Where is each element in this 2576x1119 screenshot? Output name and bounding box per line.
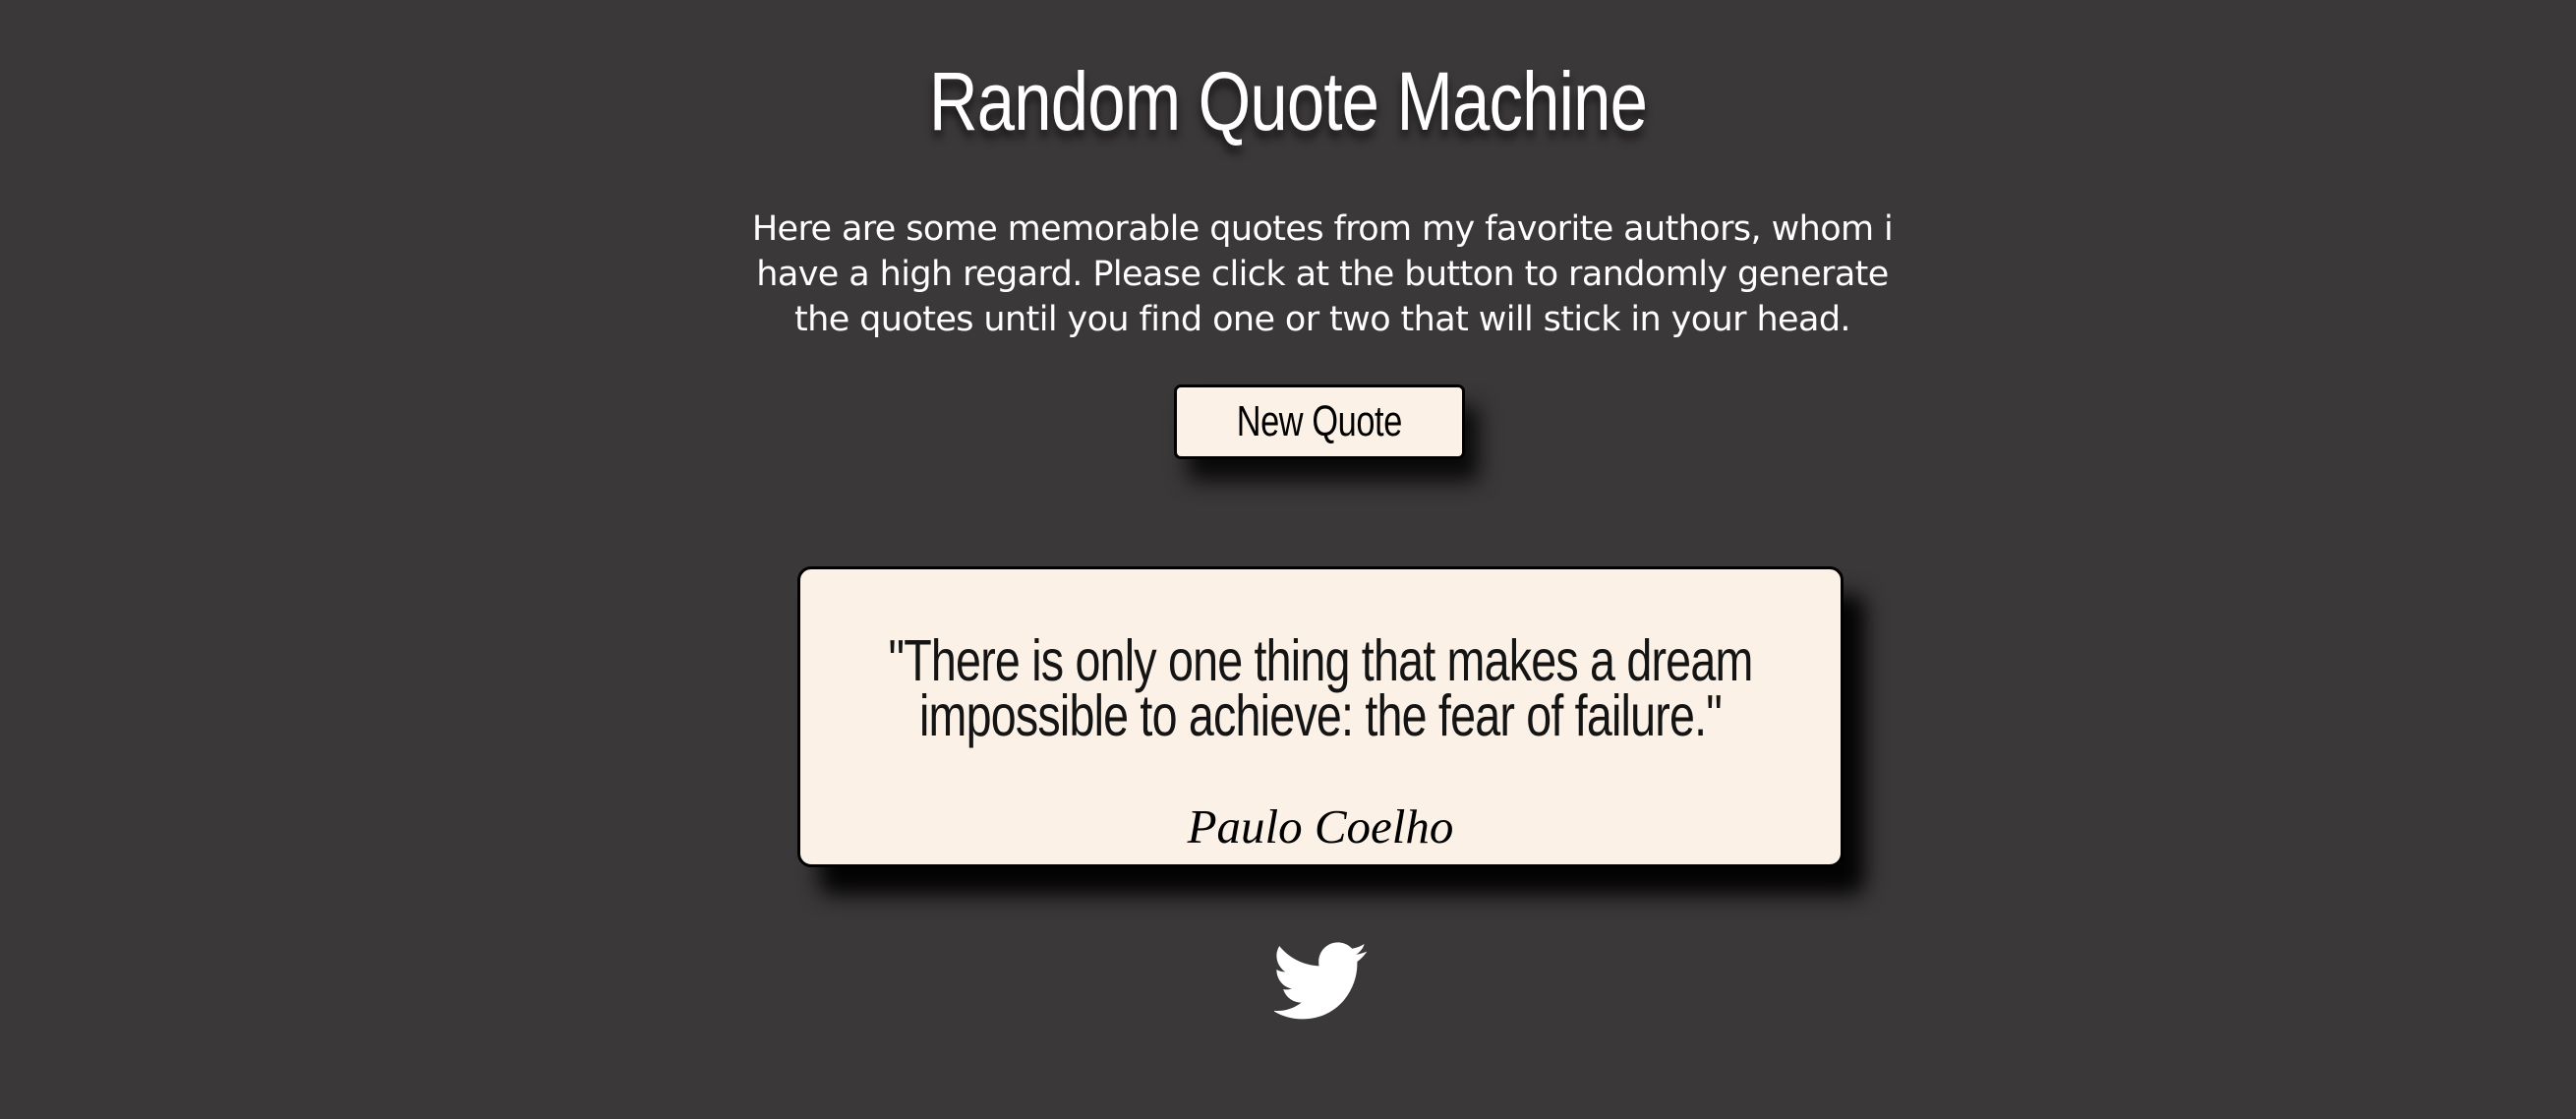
intro-text: Here are some memorable quotes from my f… (751, 209, 1894, 339)
quote-text-container: "There is only one thing that makes a dr… (800, 628, 1841, 748)
new-quote-button-label: New Quote (1236, 397, 1403, 445)
quote-machine-page: Random Quote Machine Here are some memor… (0, 0, 2576, 1119)
twitter-icon (1274, 942, 1368, 1020)
quote-text: "There is only one thing that makes a dr… (888, 628, 1753, 748)
quote-author: Paulo Coelho (1187, 799, 1454, 854)
new-quote-button[interactable]: New Quote (1174, 384, 1465, 459)
page-title: Random Quote Machine (928, 55, 1648, 147)
quote-box: "There is only one thing that makes a dr… (797, 566, 1844, 867)
tweet-button[interactable] (1274, 942, 1369, 1021)
